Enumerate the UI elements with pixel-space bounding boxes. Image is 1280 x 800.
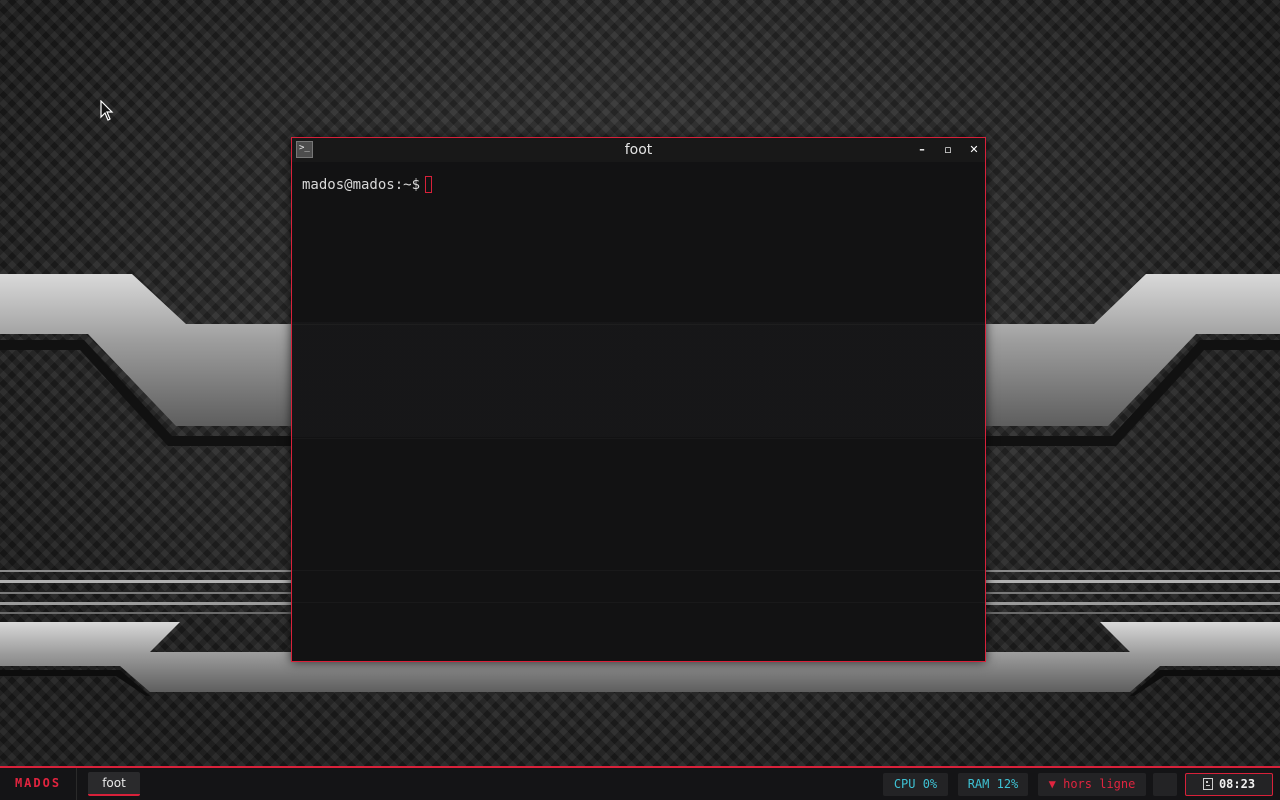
terminal-scanline xyxy=(292,570,985,571)
launcher-brand[interactable]: MADOS xyxy=(0,768,77,800)
terminal-cursor xyxy=(425,176,433,193)
clock-widget[interactable]: 08:23 xyxy=(1185,773,1273,796)
maximize-icon[interactable]: ▫ xyxy=(940,142,956,158)
minimize-icon[interactable]: – xyxy=(914,142,930,158)
tray-slot[interactable] xyxy=(1153,773,1177,796)
window-title: foot xyxy=(624,142,653,158)
terminal-scanline xyxy=(292,602,985,603)
cpu-indicator[interactable]: CPU 0% xyxy=(883,773,948,796)
close-icon[interactable]: ✕ xyxy=(966,142,982,158)
terminal-prompt-line: mados@mados:~$ xyxy=(302,176,433,193)
network-indicator[interactable]: ▼ hors ligne xyxy=(1038,773,1146,796)
terminal-window[interactable]: >_ foot – ▫ ✕ mados@mados:~$ xyxy=(291,137,986,662)
terminal-prompt: mados@mados:~$ xyxy=(302,177,421,193)
ram-indicator[interactable]: RAM 12% xyxy=(958,773,1028,796)
taskbar: MADOS foot CPU 0% RAM 12% ▼ hors ligne 0… xyxy=(0,766,1280,800)
window-titlebar[interactable]: >_ foot – ▫ ✕ xyxy=(292,138,985,162)
calendar-icon xyxy=(1202,778,1213,790)
terminal-scanline xyxy=(292,438,985,439)
mouse-cursor-icon xyxy=(100,100,114,121)
terminal-area[interactable]: mados@mados:~$ xyxy=(292,162,985,661)
terminal-scanline xyxy=(292,324,985,325)
taskbar-item-foot[interactable]: foot xyxy=(88,772,140,796)
clock-time: 08:23 xyxy=(1218,777,1256,791)
